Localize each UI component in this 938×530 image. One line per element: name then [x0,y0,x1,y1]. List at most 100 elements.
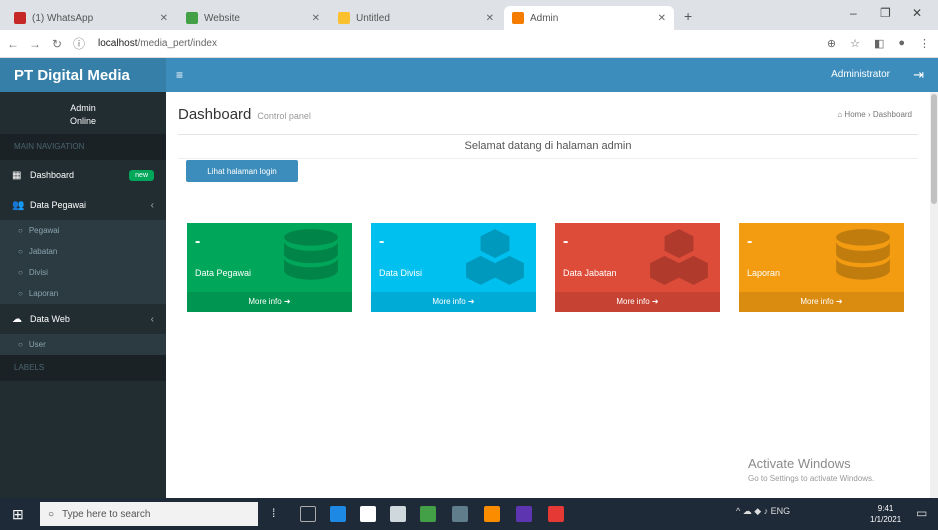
mail-icon[interactable] [390,506,406,522]
close-window-icon[interactable]: ✕ [912,6,922,20]
circle-icon: ○ [18,226,23,235]
browser-tab[interactable]: Website ✕ [178,6,328,30]
sidebar-header: MAIN NAVIGATION [0,134,166,160]
logout-icon[interactable]: ⇥ [913,67,924,83]
new-badge: new [129,169,154,181]
sidebar-item-data-pegawai[interactable]: 👥 Data Pegawai ‹ [0,190,166,220]
page-title: Dashboard Control panel [178,106,311,123]
sidebar-toggle-icon[interactable]: ≡ [176,68,183,82]
chevron-left-icon: ‹ [150,313,154,325]
task-view-icon[interactable] [300,506,316,522]
more-info-link[interactable]: More info ➜ [555,292,720,312]
notification-icon[interactable]: ▭ [916,506,927,520]
back-icon[interactable]: ← [4,37,22,51]
app-icon[interactable] [420,506,436,522]
sidebar-subitem[interactable]: ○ Jabatan [0,241,166,262]
app-logo[interactable]: PT Digital Media [0,58,166,92]
breadcrumb[interactable]: ⌂ Home › Dashboard [837,110,912,119]
browser-tab-bar: (1) WhatsApp ✕ Website ✕ Untitled ✕ Admi… [0,0,938,30]
app-icon[interactable] [484,506,500,522]
more-info-link[interactable]: More info ➜ [187,292,352,312]
circle-icon: ○ [18,340,23,349]
close-tab-icon[interactable]: ✕ [480,13,494,24]
profile-icon[interactable]: ● [898,37,905,50]
tab-favicon-icon [512,12,524,24]
page-subtitle: Control panel [257,111,311,121]
new-tab-button[interactable]: + [684,8,692,24]
circle-icon: ○ [18,289,23,298]
cortana-icon[interactable]: ⁞ [272,506,288,522]
sidebar-user-panel: Admin Online [0,92,166,134]
cubes-icon [650,229,708,285]
extensions-icon[interactable]: ◧ [874,37,884,50]
minimize-icon[interactable]: – [850,6,857,20]
browser-tab[interactable]: (1) WhatsApp ✕ [6,6,176,30]
sidebar-item-dashboard[interactable]: ▦ Dashboard new [0,160,166,190]
chevron-left-icon: ‹ [150,199,154,211]
taskbar-clock[interactable]: 9:41 1/1/2021 [870,503,901,525]
activate-windows-subtitle: Go to Settings to activate Windows. [748,474,875,483]
close-tab-icon[interactable]: ✕ [306,13,320,24]
stat-label: Data Pegawai [195,268,252,278]
sidebar-subitem[interactable]: ○ Divisi [0,262,166,283]
users-icon: 👥 [12,199,25,211]
stat-box-pegawai: - Data Pegawai More info ➜ [187,223,352,312]
sidebar-submenu: ○ Pegawai ○ Jabatan ○ Divisi ○ Laporan [0,220,166,304]
circle-icon: ○ [18,268,23,277]
divider [178,158,918,159]
sidebar-item-data-web[interactable]: ☁ Data Web ‹ [0,304,166,334]
reload-icon[interactable]: ↻ [48,37,66,51]
url-field[interactable]: localhost/media_pert/index [98,38,217,49]
sidebar-subitem[interactable]: ○ Pegawai [0,220,166,241]
stat-value: - [379,233,385,250]
zoom-icon[interactable]: ⊕ [827,37,836,50]
login-page-button[interactable]: Lihat halaman login [186,160,298,182]
user-menu[interactable]: Administrator [831,69,890,80]
address-bar: ← → ↻ ⓘ localhost/media_pert/index ⊕ ☆ ◧… [0,30,938,58]
tab-title: (1) WhatsApp [32,12,94,24]
browser-tab-active[interactable]: Admin ✕ [504,6,674,30]
close-tab-icon[interactable]: ✕ [652,13,666,24]
system-tray[interactable]: ^ ☁ ◆ ♪ ENG [736,506,790,517]
user-name: Admin [70,103,96,113]
scrollbar-thumb[interactable] [931,94,937,204]
tab-title: Untitled [356,12,390,24]
stat-label: Data Divisi [379,268,423,278]
close-tab-icon[interactable]: ✕ [154,13,168,24]
stat-box-divisi: - Data Divisi More info ➜ [371,223,536,312]
database-icon [284,229,338,280]
windows-start-icon[interactable]: ⊞ [12,506,24,523]
cloud-icon: ☁ [12,313,22,325]
sidebar-subitem[interactable]: ○ Laporan [0,283,166,304]
sidebar: Admin Online MAIN NAVIGATION ▦ Dashboard… [0,92,166,498]
stat-label: Laporan [747,268,781,278]
sidebar-subitem[interactable]: ○ User [0,334,166,355]
forward-icon[interactable]: → [26,37,44,51]
stat-box-jabatan: - Data Jabatan More info ➜ [555,223,720,312]
stat-value: - [563,233,569,250]
more-info-link[interactable]: More info ➜ [739,292,904,312]
edge-icon[interactable] [330,506,346,522]
star-icon[interactable]: ☆ [850,37,860,50]
menu-icon[interactable]: ⋮ [919,37,930,50]
sidebar-header: LABELS [0,355,166,381]
tab-favicon-icon [338,12,350,24]
info-icon[interactable]: ⓘ [70,35,88,52]
taskbar-search-input[interactable]: ○ Type here to search [40,502,258,526]
tab-favicon-icon [14,12,26,24]
activate-windows-title: Activate Windows [748,456,851,471]
more-info-link[interactable]: More info ➜ [371,292,536,312]
sidebar-submenu: ○ User [0,334,166,355]
app-icon[interactable] [548,506,564,522]
page-scrollbar[interactable] [930,92,938,498]
tab-title: Website [204,12,240,24]
main-content: Dashboard Control panel ⌂ Home › Dashboar… [166,92,930,498]
stat-value: - [195,233,201,250]
browser-tab[interactable]: Untitled ✕ [330,6,502,30]
app-icon[interactable] [452,506,468,522]
app-icon[interactable] [516,506,532,522]
tab-title: Admin [530,12,559,24]
stat-value: - [747,233,753,250]
maximize-icon[interactable]: ❐ [880,6,891,20]
store-icon[interactable] [360,506,376,522]
